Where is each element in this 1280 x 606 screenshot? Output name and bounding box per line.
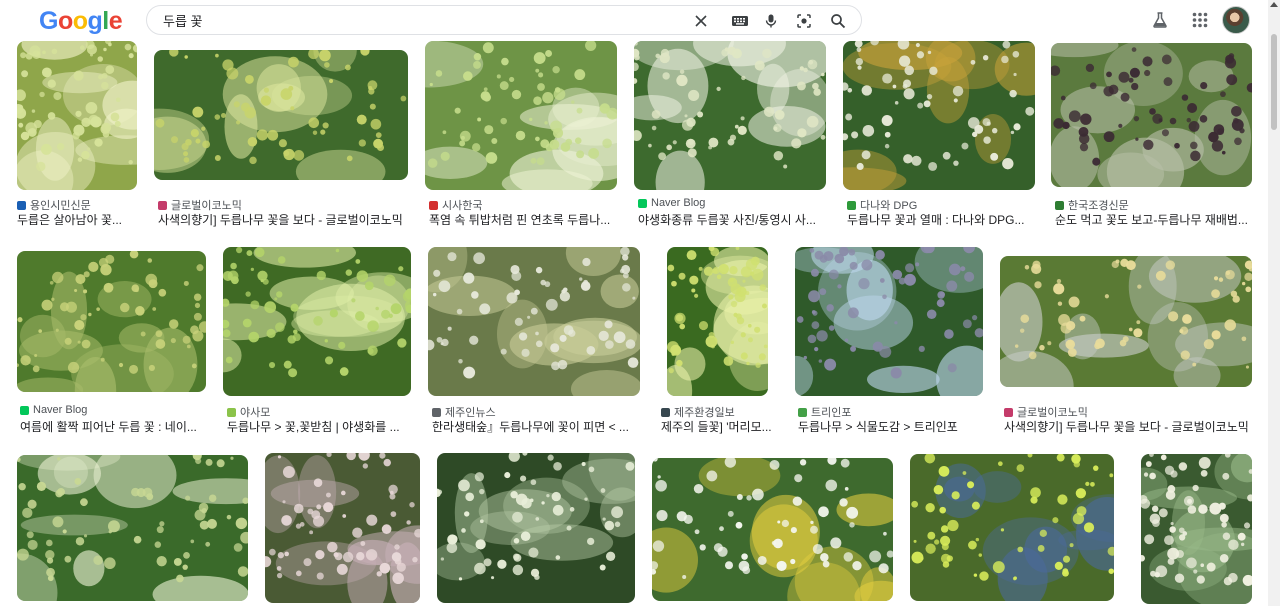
avatar[interactable] <box>1222 6 1250 34</box>
grid-icon[interactable] <box>1189 9 1211 31</box>
result-title[interactable]: 폭염 속 튀밥처럼 핀 연초록 두릅나... <box>429 211 617 228</box>
result-title[interactable]: 야생화종류 두릅꽃 사진/통영시 사... <box>638 211 826 228</box>
result-thumbnail[interactable] <box>667 247 768 396</box>
site-favicon-icon <box>798 407 807 417</box>
result-source[interactable]: Naver Blog <box>20 404 87 416</box>
result-title[interactable]: 제주의 들꽃] '머리모... <box>661 418 779 435</box>
keyboard-icon[interactable] <box>730 12 750 30</box>
logo-letter: o <box>57 7 73 35</box>
site-favicon-icon <box>432 407 441 417</box>
result-thumbnail[interactable] <box>652 458 893 601</box>
result-source-name: Naver Blog <box>33 404 88 416</box>
result-thumbnail[interactable] <box>154 50 408 180</box>
search-icon[interactable] <box>829 12 847 30</box>
result-title[interactable]: 두릅은 살아남아 꽃... <box>17 211 142 228</box>
result-thumbnail[interactable] <box>843 41 1035 190</box>
result-title[interactable]: 두릅나무 꽃과 열매 : 다나와 DPG... <box>847 211 1035 228</box>
result-thumbnail[interactable] <box>428 247 640 396</box>
site-favicon-icon <box>638 198 647 208</box>
result-thumbnail[interactable] <box>910 454 1114 601</box>
flask-icon[interactable] <box>1149 9 1171 31</box>
result-title[interactable]: 두릅나무 > 식물도감 > 트리인포 <box>798 418 982 435</box>
result-title[interactable]: 두릅나무 > 꽃,꽃받침 | 야생화를 ... <box>227 418 411 435</box>
site-favicon-icon <box>20 405 29 415</box>
logo-letter: e <box>108 7 123 35</box>
result-thumbnail[interactable] <box>1141 454 1252 604</box>
search-input[interactable] <box>163 11 683 29</box>
close-icon[interactable] <box>692 12 710 30</box>
site-favicon-icon <box>661 407 670 417</box>
result-source-name: Naver Blog <box>651 197 706 209</box>
result-thumbnail[interactable] <box>223 247 411 396</box>
result-thumbnail[interactable] <box>1051 43 1252 187</box>
microphone-icon[interactable] <box>762 12 780 30</box>
result-source[interactable]: Naver Blog <box>638 197 705 209</box>
result-title[interactable]: 순도 먹고 꽃도 보고-두릅나무 재배법... <box>1055 211 1252 228</box>
result-title[interactable]: 사색의향기] 두릅나무 꽃을 보다 - 글로벌이코노믹 <box>1004 418 1252 435</box>
result-thumbnail[interactable] <box>17 455 248 601</box>
result-thumbnail[interactable] <box>1000 256 1252 387</box>
result-title[interactable]: 여름에 활짝 피어난 두릅 꽃 : 네이... <box>20 418 206 435</box>
search-box <box>146 5 862 35</box>
lens-icon[interactable] <box>795 12 813 30</box>
scroll-thumb[interactable] <box>1271 34 1277 130</box>
logo-letter: o <box>72 7 88 35</box>
site-favicon-icon <box>227 407 236 417</box>
logo-letter: G <box>39 7 58 35</box>
result-thumbnail[interactable] <box>265 453 420 603</box>
site-favicon-icon <box>1055 200 1064 210</box>
result-thumbnail[interactable] <box>425 41 617 190</box>
site-favicon-icon <box>1004 407 1013 417</box>
logo-letter: g <box>87 7 103 35</box>
result-thumbnail[interactable] <box>795 247 983 396</box>
site-favicon-icon <box>17 200 26 210</box>
google-logo[interactable]: Google <box>39 7 123 36</box>
scroll-up-arrow-icon[interactable] <box>1270 2 1278 7</box>
result-title[interactable]: 사색의향기] 두릅나무 꽃을 보다 - 글로벌이코노믹 <box>158 211 408 228</box>
scrollbar[interactable] <box>1268 0 1280 606</box>
result-thumbnail[interactable] <box>17 251 206 392</box>
result-title[interactable]: 한라생태숲』두릅나무에 꽃이 피면 < ... <box>432 418 640 435</box>
site-favicon-icon <box>429 200 438 210</box>
header: Google <box>0 0 1268 40</box>
result-thumbnail[interactable] <box>634 41 826 190</box>
result-thumbnail[interactable] <box>437 453 635 603</box>
site-favicon-icon <box>158 200 167 210</box>
result-thumbnail[interactable] <box>17 41 137 190</box>
site-favicon-icon <box>847 200 856 210</box>
